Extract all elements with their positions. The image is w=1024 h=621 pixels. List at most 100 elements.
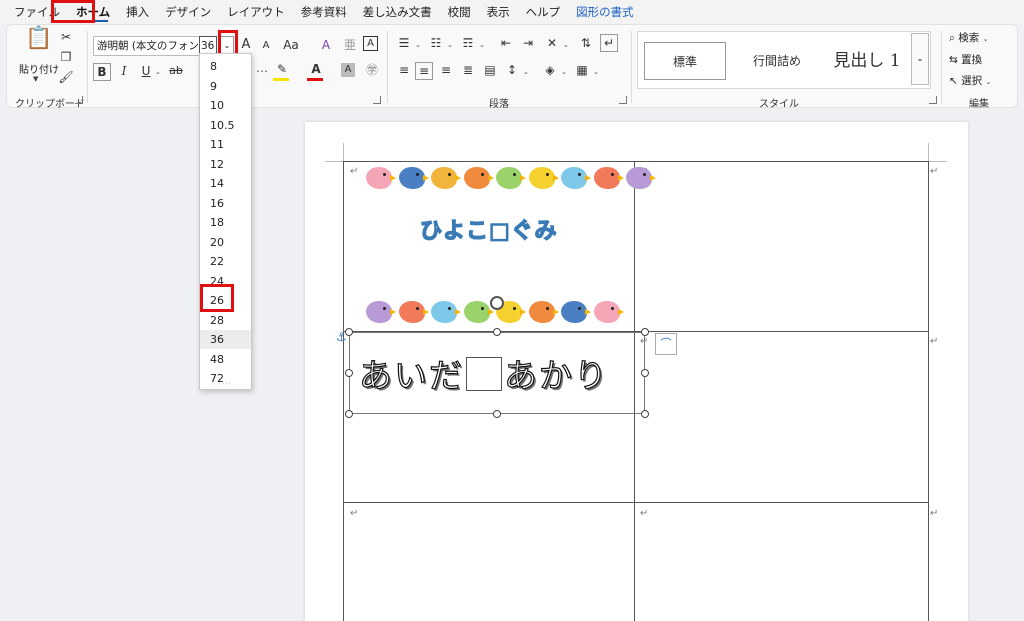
cut-icon[interactable]: ✂ [57,29,75,47]
paragraph-mark: ↵ [350,166,359,177]
tab-layout[interactable]: レイアウト [219,1,293,23]
bird-icon [626,167,656,189]
font-size-option[interactable]: 26 [200,291,251,310]
clear-format-icon[interactable]: A [317,37,335,55]
multilevel-list-icon[interactable]: ☶ [459,35,477,53]
numbering-icon[interactable]: ☷ [427,35,445,53]
chevron-down-icon: ⌄ [982,35,989,43]
borders-chevron-icon[interactable]: ⌄ [593,68,599,76]
tab-file[interactable]: ファイル [6,1,68,23]
bold-button[interactable]: B [93,63,111,81]
font-size-option[interactable]: 48 [200,350,251,369]
font-size-option[interactable]: 20 [200,233,251,252]
paste-label[interactable]: 貼り付け [19,61,59,76]
paste-icon[interactable]: 📋 [25,28,52,59]
tab-help[interactable]: ヘルプ [518,1,569,23]
shrink-font-icon[interactable]: A [257,38,275,56]
resize-handle[interactable] [345,328,353,336]
underline-button[interactable]: U [137,63,155,81]
tab-mailings[interactable]: 差し込み文書 [355,1,440,23]
bullets-icon[interactable]: ☰ [395,35,413,53]
tab-shape-format[interactable]: 図形の書式 [568,1,642,23]
resize-handle[interactable] [345,369,353,377]
align-left-icon[interactable]: ≡ [395,62,413,80]
increase-indent-icon[interactable]: ⇥ [519,35,537,53]
paste-chevron-icon[interactable]: ▼ [33,75,38,83]
font-size-option[interactable]: 12 [200,155,251,174]
clipboard-launcher-icon[interactable] [75,96,83,104]
font-color-icon[interactable]: A [307,61,325,79]
italic-button[interactable]: I [115,63,133,81]
char-border-icon[interactable]: A [363,36,378,51]
font-size-option[interactable]: 24 [200,272,251,291]
font-size-option[interactable]: 18 [200,213,251,232]
resize-handle[interactable] [345,410,353,418]
strike-button[interactable]: ab [167,63,185,81]
font-size-option[interactable]: 22 [200,252,251,271]
font-size-option[interactable]: 10 [200,96,251,115]
resize-handle[interactable] [641,328,649,336]
multilevel-chevron-icon[interactable]: ⌄ [479,41,485,49]
table-border [343,161,344,621]
select-button[interactable]: ↖ 選択 ⌄ [949,73,991,88]
phonetic-guide-icon[interactable]: 亜 [341,37,359,55]
tab-home[interactable]: ホーム [68,1,118,23]
resize-grip-icon[interactable]: ···· [218,379,232,388]
text-effects-icon[interactable]: ⋯ [253,63,271,81]
char-shading-icon[interactable]: A [341,63,355,77]
decrease-indent-icon[interactable]: ⇤ [497,35,515,53]
style-normal[interactable]: 標準 [644,42,726,80]
align-center-icon[interactable]: ≡ [415,62,433,80]
font-size-option[interactable]: 11 [200,135,251,154]
find-button[interactable]: ⌕ 検索 ⌄ [949,30,988,45]
paragraph-launcher-icon[interactable] [619,96,627,104]
class-title-text[interactable]: ひよこ□ぐみ [419,213,557,245]
tab-design[interactable]: デザイン [157,1,219,23]
resize-handle[interactable] [641,369,649,377]
style-heading-1[interactable]: 見出し 1 [824,42,910,80]
bullets-chevron-icon[interactable]: ⌄ [415,41,421,49]
styles-more-button[interactable]: ⌄ [911,33,929,85]
font-size-option[interactable]: 16 [200,194,251,213]
resize-handle[interactable] [493,410,501,418]
replace-button[interactable]: ⇆ 置換 [949,52,982,67]
change-case-button[interactable]: Aa [279,37,303,55]
styles-launcher-icon[interactable] [929,96,937,104]
justify-icon[interactable]: ≣ [459,62,477,80]
font-size-option[interactable]: 10.5 [200,116,251,135]
font-size-option[interactable]: 14 [200,174,251,193]
underline-chevron-icon[interactable]: ⌄ [155,68,161,76]
numbering-chevron-icon[interactable]: ⌄ [447,41,453,49]
sort-icon[interactable]: ⇅ [577,35,595,53]
resize-handle[interactable] [641,410,649,418]
tab-review[interactable]: 校閲 [440,1,479,23]
layout-options-button[interactable]: ⌒ [655,333,677,355]
tab-insert[interactable]: 挿入 [118,1,157,23]
font-size-option[interactable]: 8 [200,57,251,76]
shading-icon[interactable]: ◈ [541,62,559,80]
style-no-spacing[interactable]: 行間詰め [734,42,820,80]
tab-view[interactable]: 表示 [479,1,518,23]
line-spacing-icon[interactable]: ↕ [503,62,521,80]
highlight-color-icon[interactable]: ✎ [273,61,291,79]
font-size-option[interactable]: 9 [200,77,251,96]
enclosed-char-icon[interactable]: ㊫ [363,62,381,80]
line-spacing-chevron-icon[interactable]: ⌄ [523,68,529,76]
shading-chevron-icon[interactable]: ⌄ [561,68,567,76]
font-size-option[interactable]: 28 [200,311,251,330]
asian-layout-icon[interactable]: ✕ [543,35,561,53]
show-marks-icon[interactable]: ↵ [600,34,618,52]
resize-handle[interactable] [493,328,501,336]
name-text[interactable]: あいだ あかり [358,349,609,397]
font-name-select[interactable]: 游明朝 (本文のフォント [93,36,203,56]
copy-icon[interactable]: ❐ [57,49,75,67]
tab-references[interactable]: 参考資料 [293,1,355,23]
font-size-option[interactable]: 36 [200,330,251,349]
rotate-handle-icon[interactable] [490,296,504,310]
format-painter-icon[interactable]: 🖌 [57,69,75,87]
align-right-icon[interactable]: ≡ [437,62,455,80]
asian-layout-chevron-icon[interactable]: ⌄ [563,41,569,49]
font-launcher-icon[interactable] [373,96,381,104]
distributed-icon[interactable]: ▤ [481,62,499,80]
borders-icon[interactable]: ▦ [573,62,591,80]
